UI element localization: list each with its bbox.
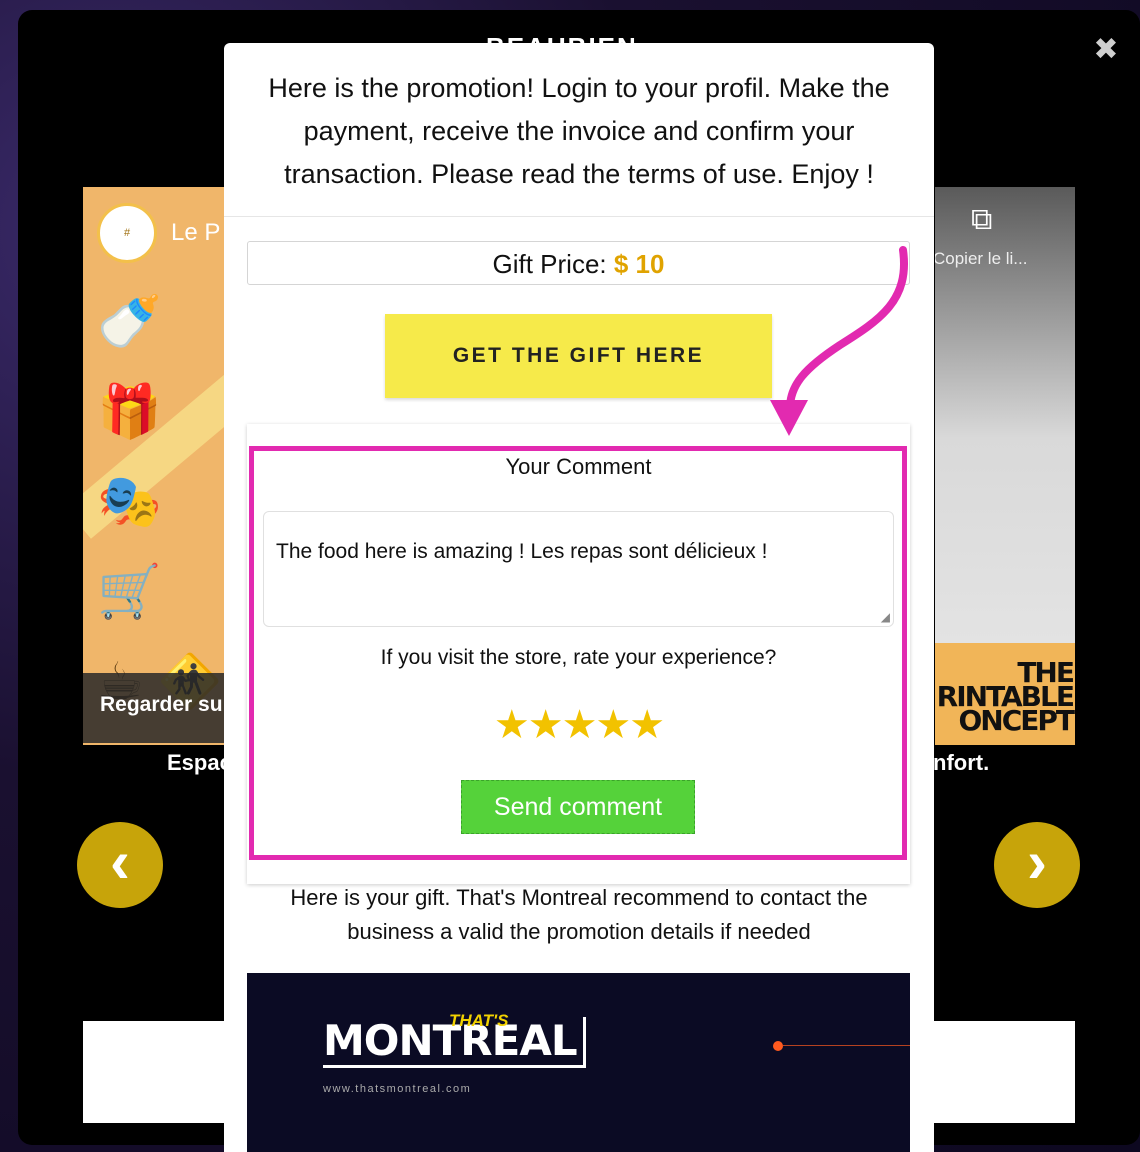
- annotation-arrow-icon: [770, 246, 908, 436]
